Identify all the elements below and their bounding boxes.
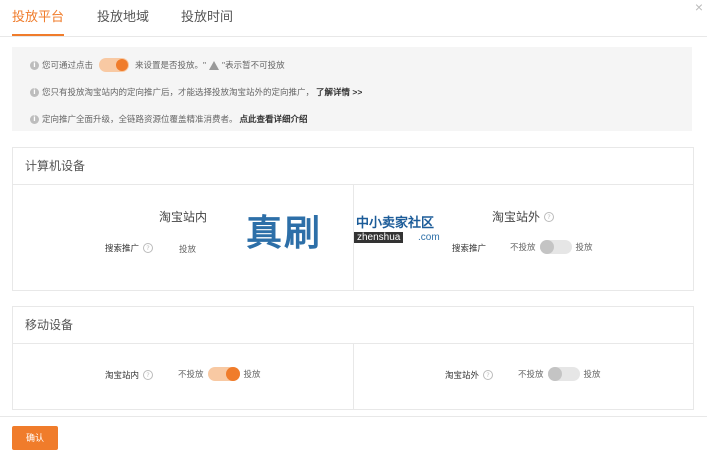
status-value: 投放 (179, 244, 197, 254)
column-divider (353, 185, 354, 290)
search-promo-label: 搜索推广 (452, 243, 487, 253)
learn-more-link[interactable]: 了解详情 >> (316, 86, 362, 98)
tab-time[interactable]: 投放时间 (181, 0, 233, 34)
notice-text: 定向推广全面升级，全链路资源位覆盖精准消费者。 (42, 114, 238, 124)
option-on-label: 投放 (575, 242, 593, 252)
option-on-label: 投放 (583, 369, 601, 379)
mobile-offsite-toggle[interactable] (547, 367, 580, 381)
notice-box: i 您可通过点击 来设置是否投放。" "表示暂不可投放 i 您只有投放淘宝站内的… (12, 47, 692, 131)
notice-text: 您可通过点击 (42, 60, 94, 70)
column-header-onsite: 淘宝站内 (159, 210, 208, 224)
view-details-link[interactable]: 点此查看详细介绍 (240, 113, 308, 125)
card-title: 计算机设备 (13, 148, 693, 185)
option-off-label: 不投放 (178, 369, 204, 379)
notice-text: 您只有投放淘宝站内的定向推广后，才能选择投放淘宝站外的定向推广， (42, 87, 315, 97)
column-header-offsite: 淘宝站外 ? (492, 208, 555, 225)
warning-icon (209, 60, 220, 70)
notice-line-2: i 您只有投放淘宝站内的定向推广后，才能选择投放淘宝站外的定向推广， 了解详情 … (30, 86, 362, 98)
notice-text: "表示暂不可投放 (222, 60, 285, 70)
card-title: 移动设备 (13, 307, 693, 344)
toggle-group: 不投放 投放 (178, 367, 261, 381)
option-on-label: 投放 (243, 369, 261, 379)
toggle-group: 不投放 投放 (518, 367, 601, 381)
question-icon[interactable]: ? (143, 243, 154, 253)
notice-text: 来设置是否投放。" (135, 60, 207, 70)
computer-device-card: 计算机设备 淘宝站内 搜索推广 ? 投放 淘宝站外 ? 搜索推广 不投放 投放 (12, 147, 694, 291)
tab-bar: 投放平台 投放地域 投放时间 × (0, 0, 707, 37)
close-icon[interactable]: × (695, 0, 703, 15)
question-icon[interactable]: ? (544, 211, 555, 222)
question-icon[interactable]: ? (483, 370, 494, 380)
onsite-label: 淘宝站内 ? (105, 369, 154, 381)
tab-platform[interactable]: 投放平台 (12, 0, 65, 36)
question-icon[interactable]: ? (143, 370, 154, 380)
example-toggle-icon (99, 58, 130, 72)
confirm-button[interactable]: 确认 (12, 426, 58, 450)
option-off-label: 不投放 (518, 369, 544, 379)
notice-line-1: i 您可通过点击 来设置是否投放。" "表示暂不可投放 (30, 58, 285, 72)
mobile-device-card: 移动设备 淘宝站内 ? 不投放 投放 淘宝站外 ? 不投放 投放 (12, 306, 694, 410)
toggle-group: 不投放 投放 (510, 240, 593, 254)
footer: 确认 (0, 416, 707, 458)
option-off-label: 不投放 (510, 242, 536, 252)
search-promo-label: 搜索推广 ? (105, 242, 154, 254)
notice-line-3: i 定向推广全面升级，全链路资源位覆盖精准消费者。 点此查看详细介绍 (30, 113, 308, 125)
mobile-onsite-toggle[interactable] (207, 367, 240, 381)
column-divider (353, 344, 354, 409)
tab-region[interactable]: 投放地域 (97, 0, 149, 34)
offsite-search-toggle[interactable] (539, 240, 572, 254)
info-icon: i (30, 87, 39, 97)
info-icon: i (30, 114, 39, 124)
info-icon: i (30, 60, 39, 70)
offsite-label: 淘宝站外 ? (445, 369, 494, 381)
